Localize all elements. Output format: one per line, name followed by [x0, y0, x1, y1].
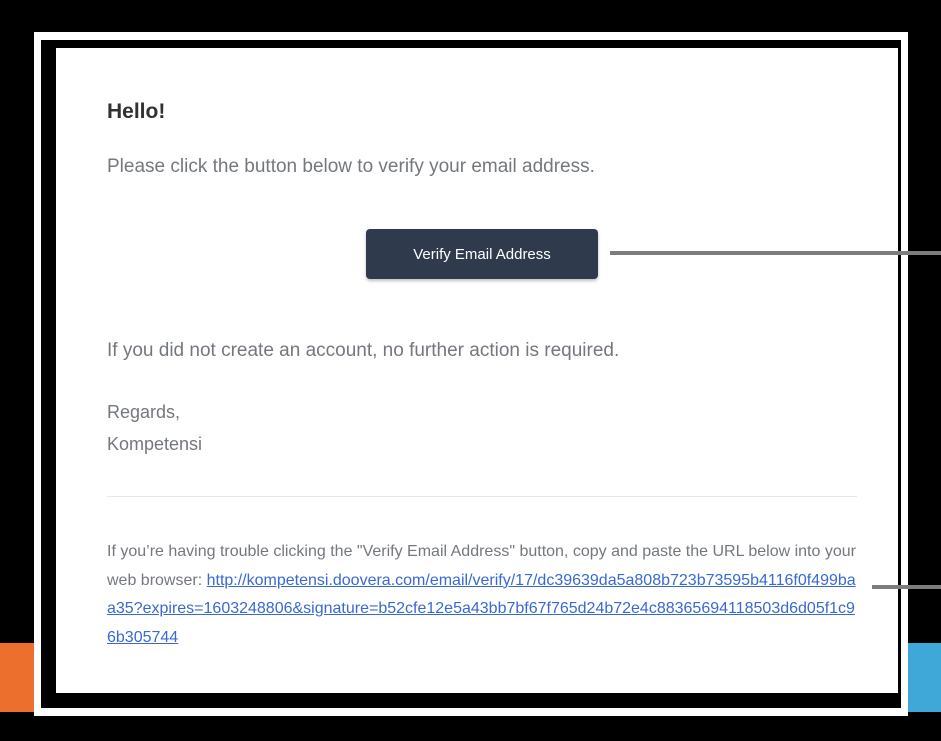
regards-text: Regards,: [107, 402, 181, 422]
email-intro-text: Please click the button below to verify …: [107, 156, 595, 177]
no-action-text: If you did not create an account, no fur…: [107, 340, 620, 361]
email-greeting: Hello!: [107, 100, 166, 123]
sender-name: Kompetensi: [107, 434, 203, 454]
verify-email-button[interactable]: Verify Email Address: [366, 229, 598, 279]
background-stripe-dark: [0, 712, 941, 741]
signature-block: Regards, Kompetensi: [107, 396, 202, 460]
annotation-pointer-button: [610, 251, 941, 255]
annotation-pointer-link: [872, 585, 941, 589]
verify-url-link[interactable]: http://kompetensi.doovera.com/email/veri…: [107, 572, 856, 646]
email-card: Hello! Please click the button below to …: [56, 48, 898, 693]
subcopy: If you’re having trouble clicking the "V…: [107, 538, 862, 652]
divider: [107, 496, 857, 497]
